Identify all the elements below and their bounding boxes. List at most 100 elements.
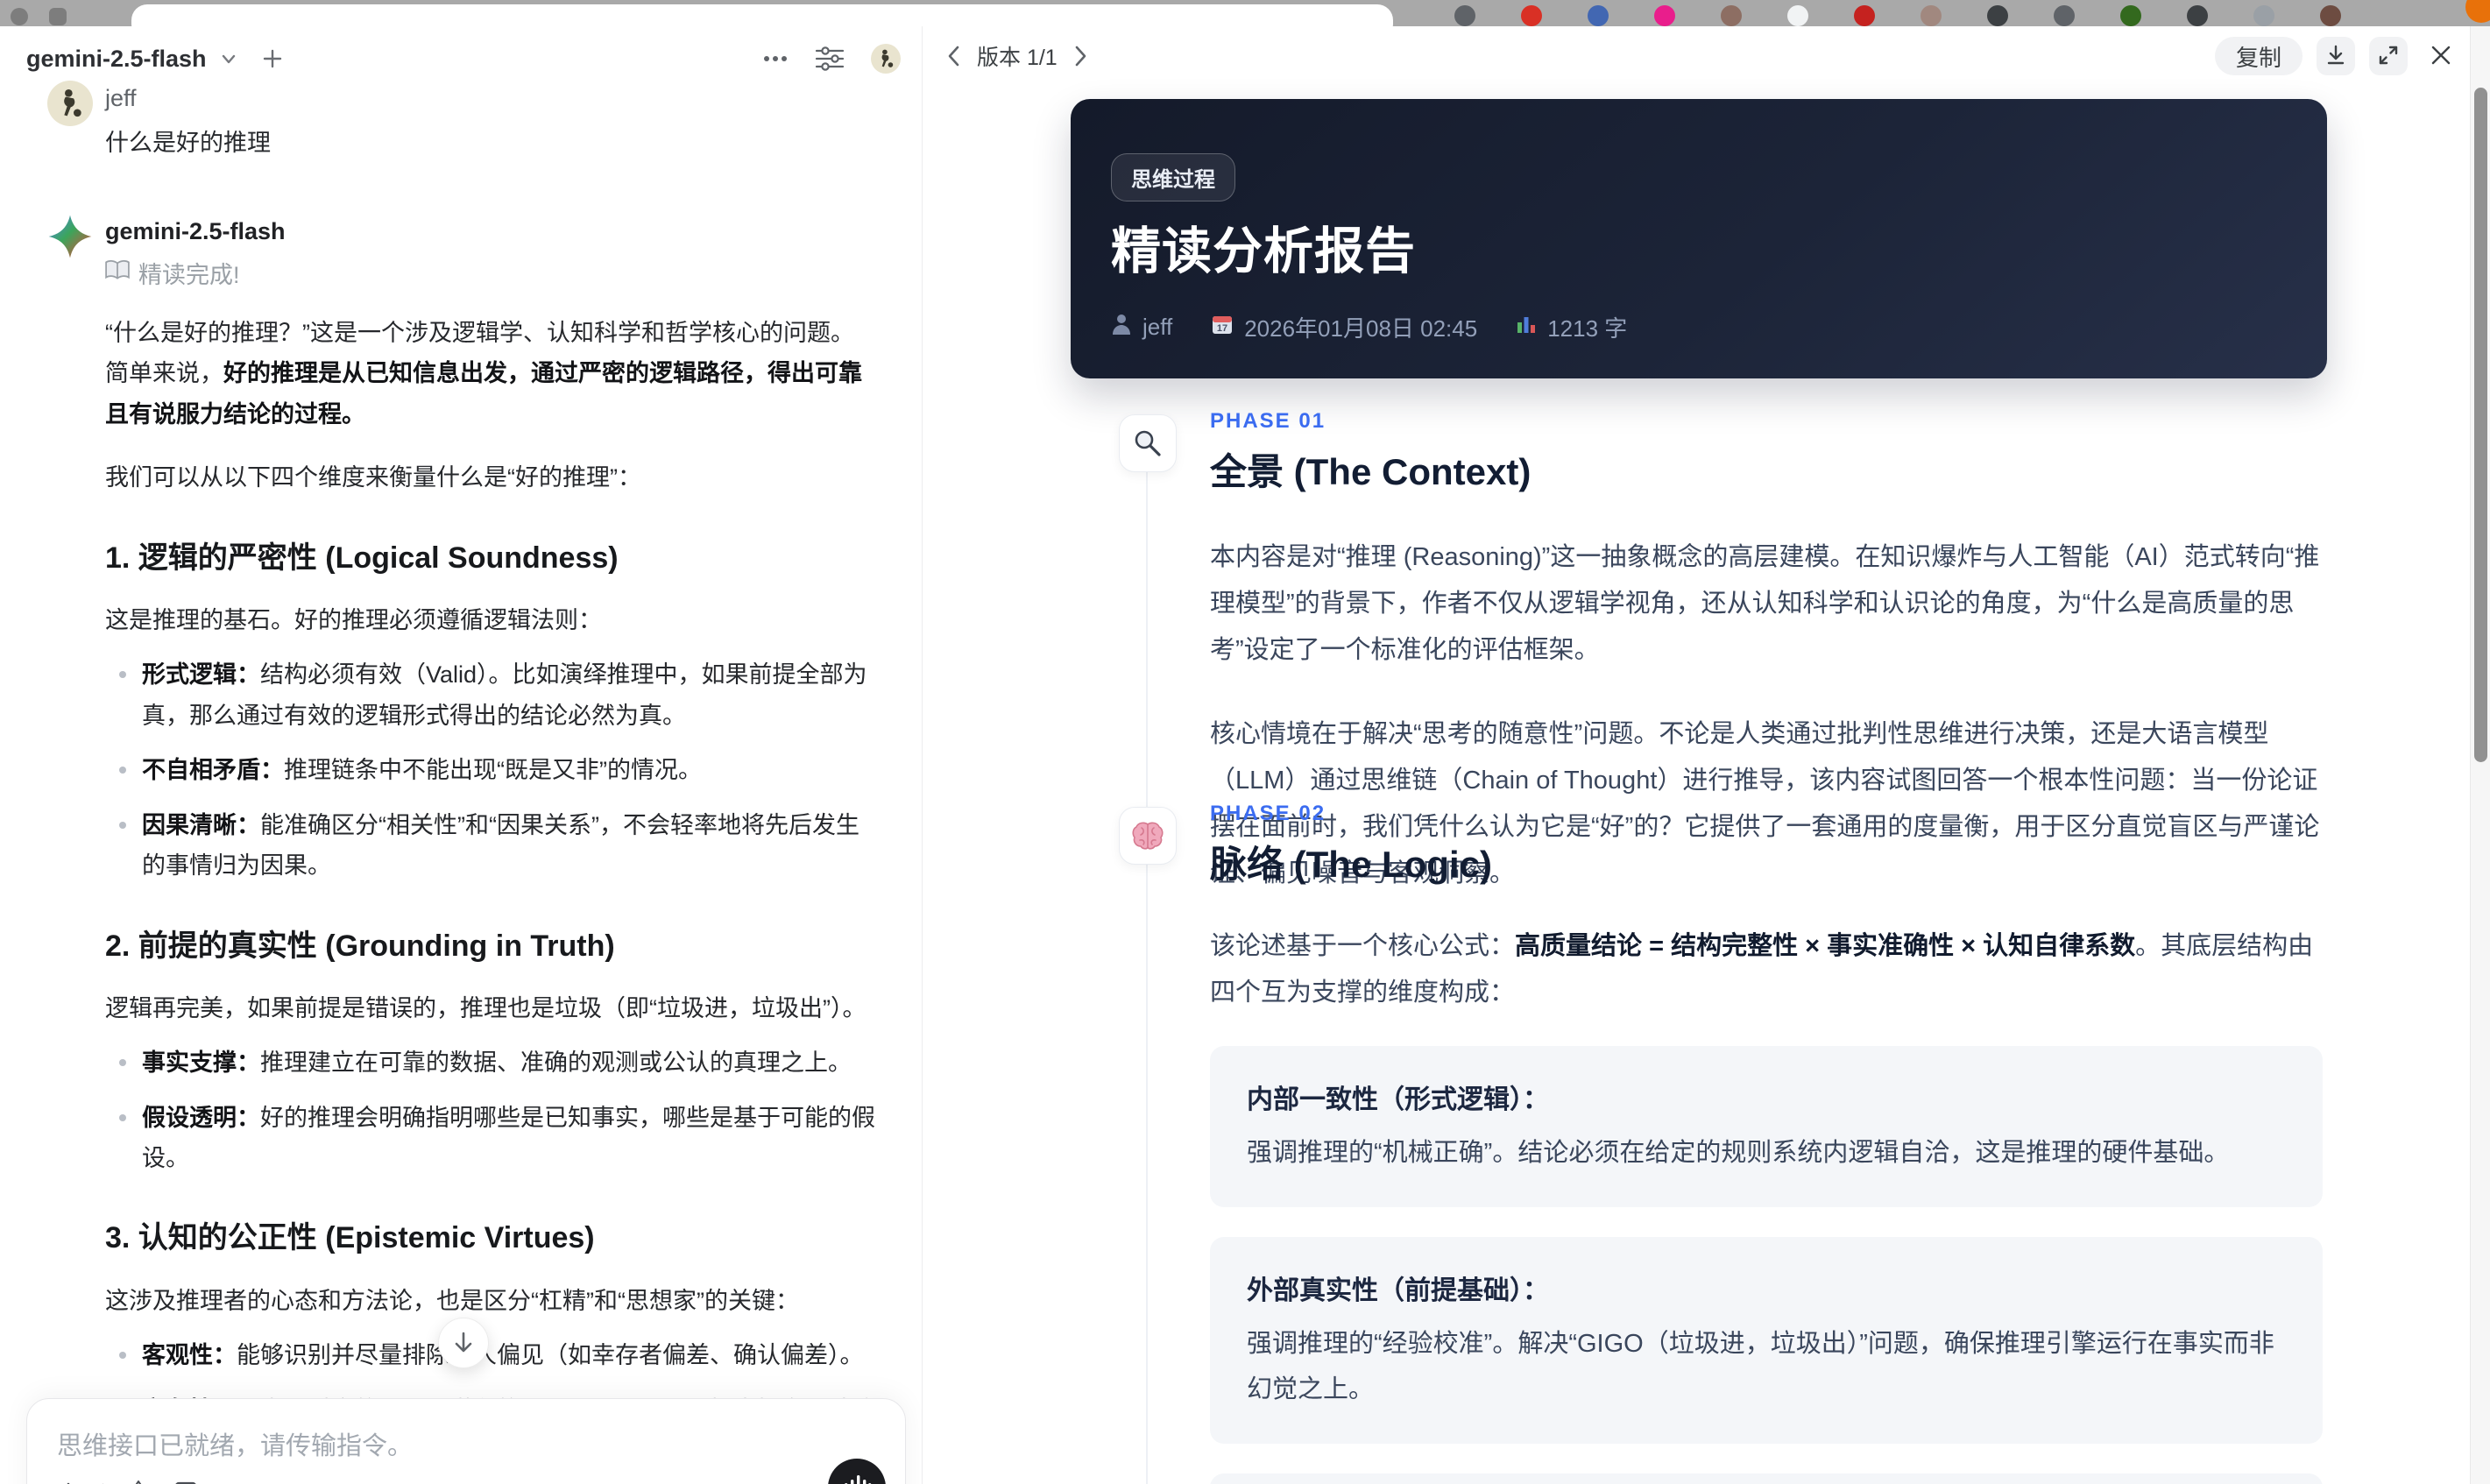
report-date: 17 2026年01月08日 02:45: [1211, 311, 1477, 343]
list-item: 假设透明：好的推理会明确指明哪些是已知事实，哪些是基于可能的假设。: [105, 1098, 876, 1179]
phase-label: PHASE 02: [1210, 802, 1326, 825]
expand-icon: [2377, 44, 2400, 69]
user-avatar[interactable]: [871, 44, 901, 74]
assistant-intro: “什么是好的推理？”这是一个涉及逻辑学、认知科学和哲学核心的问题。简单来说，好的…: [105, 319, 862, 428]
browser-extension-icon[interactable]: [1721, 5, 1742, 26]
phase-heading: 脉络 (The Logic): [1210, 844, 1492, 885]
section-heading: 3. 认知的公正性 (Epistemic Virtues): [105, 1221, 595, 1255]
user-avatar: [47, 81, 93, 126]
formula-paragraph: 该论述基于一个核心公式：高质量结论 = 结构完整性 × 事实准确性 × 认知自律…: [1210, 932, 2314, 1007]
assistant-message: gemini-2.5-flash 精读完成! “什么是好的推理？”这是一个涉及逻…: [47, 214, 880, 1484]
scroll-to-bottom-button[interactable]: [438, 1318, 489, 1368]
report-header-card: 思维过程 精读分析报告 jeff 17 2026年01月08日 02:45 12…: [1071, 99, 2327, 378]
browser-extension-icon[interactable]: [1987, 5, 2008, 26]
report-author: jeff: [1111, 313, 1172, 342]
svg-text:17: 17: [1217, 323, 1227, 334]
browser-extension-icon[interactable]: [2054, 5, 2075, 26]
voice-input-button[interactable]: [828, 1459, 886, 1484]
reading-status: 精读完成!: [105, 256, 876, 290]
report-type-badge: 思维过程: [1111, 153, 1235, 201]
dimension-card: 内部一致性（形式逻辑）： 强调推理的“机械正确”。结论必须在给定的规则系统内逻辑…: [1210, 1045, 2323, 1207]
book-icon: [105, 259, 130, 286]
dimension-card: 主体伦理（认识美德）： 转向推理者的心理特征。引入奥卡姆剃刀和反向论证，旨在克服…: [1210, 1473, 2323, 1484]
gemini-star-icon: [47, 214, 93, 259]
card-title: 内部一致性（形式逻辑）：: [1247, 1085, 1549, 1114]
browser-extension-icon[interactable]: [2253, 5, 2274, 26]
magnifier-icon: [1119, 414, 1177, 472]
new-chat-plus-icon[interactable]: [261, 47, 284, 70]
brain-icon: [1119, 807, 1177, 865]
model-settings-sliders-icon[interactable]: [815, 46, 845, 72]
skills-sparkle-icon[interactable]: [124, 1480, 152, 1484]
scrollbar-thumb[interactable]: [2474, 88, 2487, 762]
user-message-text: 什么是好的推理: [105, 130, 271, 157]
bullet-dot: [119, 1113, 126, 1121]
section-heading: 1. 逻辑的严密性 (Logical Soundness): [105, 541, 619, 575]
browser-extension-icon[interactable]: [2120, 5, 2141, 26]
section-heading: 2. 前提的真实性 (Grounding in Truth): [105, 929, 615, 963]
download-button[interactable]: [2317, 37, 2355, 75]
browser-extension-icon[interactable]: [1454, 5, 1475, 26]
close-icon: [2430, 44, 2452, 69]
list-item: 事实支撑：推理建立在可靠的数据、准确的观测或公认的真理之上。: [105, 1042, 876, 1083]
expand-button[interactable]: [2369, 37, 2408, 75]
browser-grid-icon[interactable]: [49, 8, 67, 25]
bullet-dot: [119, 1352, 126, 1360]
browser-extension-icon[interactable]: [1787, 5, 1808, 26]
phase-2-section: PHASE 02 脉络 (The Logic) 该论述基于一个核心公式：高质量结…: [1119, 802, 2372, 1484]
list-item: 客观性：能够识别并尽量排除个人偏见（如幸存者偏差、确认偏差）。: [105, 1335, 876, 1375]
person-icon: [1111, 313, 1132, 342]
session-title[interactable]: gemini-2.5-flash: [26, 46, 207, 73]
artifact-preview-panel: 版本 1/1 复制 思维过程 精读分析报告 jeff 17 2026年01月08…: [923, 26, 2471, 1484]
browser-toolbar: [0, 0, 2490, 26]
chevron-down-icon[interactable]: [219, 49, 238, 68]
screen: gemini-2.5-flash jeff 什么是好的推理 gemini-2.5…: [0, 0, 2490, 1484]
phase-heading: 全景 (The Context): [1210, 451, 1531, 492]
composer-toolbar: [55, 1480, 198, 1484]
calendar-icon: 17: [1211, 313, 1234, 342]
browser-extension-icon[interactable]: [1854, 5, 1875, 26]
copy-button[interactable]: 复制: [2214, 37, 2303, 75]
scrollbar-track[interactable]: [2470, 26, 2490, 1484]
list-item: 形式逻辑：结构必须有效（Valid）。比如演绎推理中，如果前提全部为真，那么通过…: [105, 654, 876, 736]
phase-label: PHASE 01: [1210, 409, 1326, 433]
browser-extension-icon[interactable]: [1588, 5, 1609, 26]
browser-profile-icon[interactable]: [2320, 5, 2341, 26]
report-meta: jeff 17 2026年01月08日 02:45 1213 字: [1111, 311, 1627, 343]
chat-header: gemini-2.5-flash: [26, 39, 901, 79]
section-intro: 逻辑再完美，如果前提是错误的，推理也是垃圾（即“垃圾进，垃圾出”）。: [105, 994, 867, 1021]
browser-extension-icon[interactable]: [2187, 5, 2208, 26]
browser-url-bar[interactable]: [131, 4, 1393, 26]
app-window: gemini-2.5-flash jeff 什么是好的推理 gemini-2.5…: [0, 26, 2490, 1484]
assistant-name: gemini-2.5-flash: [105, 217, 286, 244]
browser-corner-icon: [2465, 0, 2490, 23]
phase-paragraph: 本内容是对“推理 (Reasoning)”这一抽象概念的高层建模。在知识爆炸与人…: [1210, 543, 2320, 664]
browser-reload-icon[interactable]: [11, 8, 28, 25]
chevron-left-icon[interactable]: [945, 45, 963, 67]
card-body: 强调推理的“经验校准”。解决“GIGO（垃圾进，垃圾出）”问题，确保推理引擎运行…: [1247, 1329, 2274, 1403]
bullet-dot: [119, 767, 126, 774]
composer: 思维接口已就绪，请传输指令。: [26, 1398, 906, 1484]
dimension-card: 外部真实性（前提基础）： 强调推理的“经验校准”。解决“GIGO（垃圾进，垃圾出…: [1210, 1236, 2323, 1445]
attach-plus-icon[interactable]: [55, 1480, 81, 1484]
browser-extension-icon[interactable]: [1521, 5, 1542, 26]
download-icon: [2324, 44, 2347, 69]
version-navigator: 版本 1/1: [945, 40, 1089, 72]
more-options-icon[interactable]: [762, 54, 789, 63]
close-button[interactable]: [2422, 37, 2460, 75]
chevron-right-icon[interactable]: [1072, 45, 1089, 67]
section-intro: 这涉及推理者的心态和方法论，也是区分“杠精”和“思想家”的关键：: [105, 1287, 799, 1314]
message-thread: jeff 什么是好的推理 gemini-2.5-flash 精读完成! “什么是…: [47, 81, 880, 1484]
card-body: 强调推理的“机械正确”。结论必须在给定的规则系统内逻辑自洽，这是推理的硬件基础。: [1247, 1138, 2230, 1167]
bullet-dot: [119, 821, 126, 829]
browser-extension-icon[interactable]: [1921, 5, 1942, 26]
browser-extension-icon[interactable]: [1654, 5, 1675, 26]
message-input[interactable]: 思维接口已就绪，请传输指令。: [27, 1399, 905, 1462]
waveform-icon: [841, 1471, 873, 1484]
arrow-down-icon: [452, 1331, 475, 1356]
list-item: 不自相矛盾：推理链条中不能出现“既是又非”的情况。: [105, 750, 876, 790]
user-name: jeff: [105, 85, 137, 111]
bookmark-icon[interactable]: [173, 1480, 198, 1484]
list-item: 因果清晰：能准确区分“相关性”和“因果关系”，不会轻率地将先后发生的事情归为因果…: [105, 805, 876, 887]
section-intro: 这是推理的基石。好的推理必须遵循逻辑法则：: [105, 606, 602, 633]
